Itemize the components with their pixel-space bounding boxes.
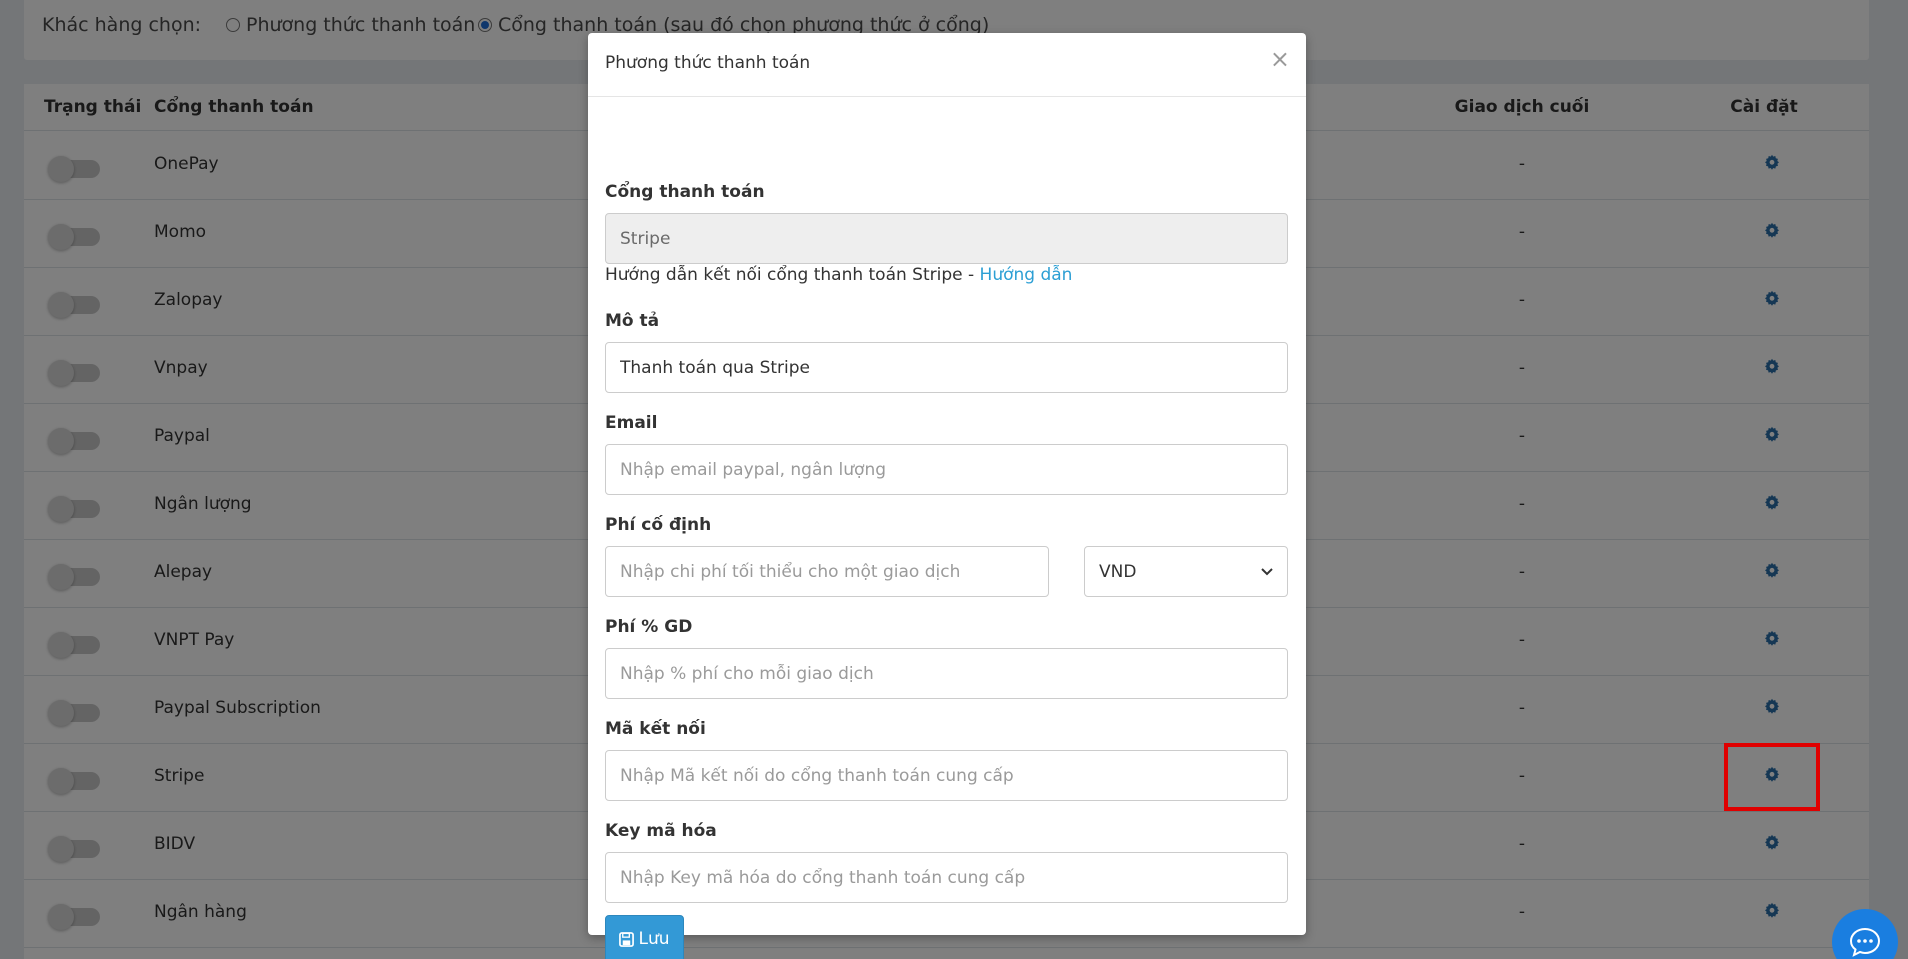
gateway-field <box>605 213 1288 264</box>
email-field[interactable] <box>605 444 1288 495</box>
save-icon <box>619 931 635 947</box>
fixed-fee-field[interactable] <box>605 546 1049 597</box>
description-label: Mô tả <box>605 311 660 331</box>
connection-code-label: Mã kết nối <box>605 719 706 739</box>
percent-fee-field[interactable] <box>605 648 1288 699</box>
save-button[interactable]: Lưu <box>605 915 684 959</box>
guide-text-label: Hướng dẫn kết nối cổng thanh toán Stripe… <box>605 265 980 285</box>
currency-select-value: VND <box>1099 561 1137 582</box>
guide-link[interactable]: Hướng dẫn <box>980 265 1073 285</box>
currency-select[interactable]: VND <box>1084 546 1288 597</box>
modal-title: Phương thức thanh toán <box>605 53 811 73</box>
email-label: Email <box>605 413 658 433</box>
chevron-down-icon <box>1261 567 1273 575</box>
connection-code-field[interactable] <box>605 750 1288 801</box>
percent-fee-label: Phí % GD <box>605 617 693 637</box>
description-field[interactable] <box>605 342 1288 393</box>
page: Khác hàng chọn: Phương thức thanh toán C… <box>0 0 1908 959</box>
save-button-label: Lưu <box>638 929 670 949</box>
chat-icon <box>1849 927 1881 957</box>
gateway-label: Cổng thanh toán <box>605 182 765 202</box>
payment-method-modal: Phương thức thanh toán × Cổng thanh toán… <box>588 33 1306 959</box>
encryption-key-field[interactable] <box>605 852 1288 903</box>
fixed-fee-label: Phí cố định <box>605 515 712 535</box>
close-icon[interactable]: × <box>1270 47 1290 71</box>
highlight-box-stripe-settings <box>1724 743 1820 811</box>
modal-header: Phương thức thanh toán × <box>588 33 1306 97</box>
guide-text: Hướng dẫn kết nối cổng thanh toán Stripe… <box>605 265 1072 285</box>
encryption-key-label: Key mã hóa <box>605 821 717 841</box>
